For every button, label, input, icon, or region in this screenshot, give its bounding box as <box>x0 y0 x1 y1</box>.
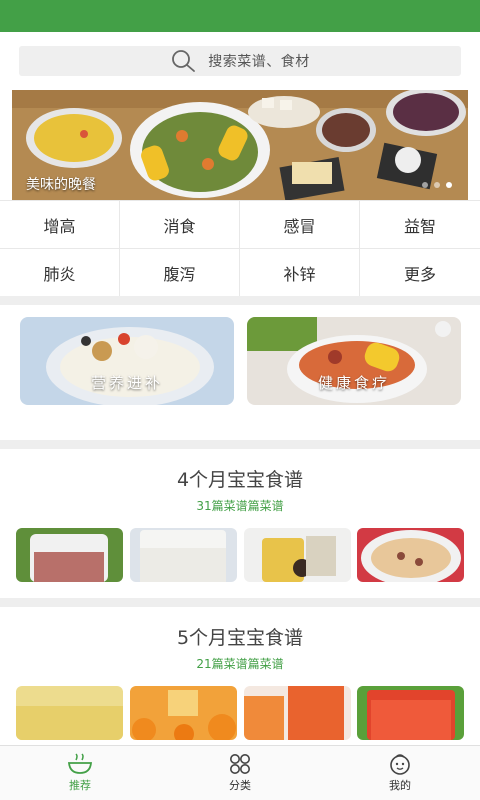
category-grid: 增高 消食 感冒 益智 肺炎 腹泻 补锌 更多 <box>0 200 480 297</box>
recipe-image <box>130 686 237 740</box>
carousel-dot <box>434 182 440 188</box>
category-more[interactable]: 更多 <box>360 249 480 297</box>
bowl-icon <box>68 753 92 774</box>
section-subtitle[interactable]: 31篇菜谱篇菜谱 <box>0 497 480 514</box>
tab-category[interactable]: 分类 <box>160 746 320 800</box>
search-input[interactable]: 搜索菜谱、食材 <box>19 46 461 76</box>
tab-label: 我的 <box>389 779 411 792</box>
search-bar-area: 搜索菜谱、食材 <box>0 32 480 90</box>
feature-card-therapy[interactable]: 健康食疗 <box>247 317 461 405</box>
tab-recommend[interactable]: 推荐 <box>0 746 160 800</box>
recipe-image <box>244 528 351 582</box>
carousel-dot-active <box>446 182 452 188</box>
recipe-image <box>357 686 464 740</box>
search-placeholder: 搜索菜谱、食材 <box>208 54 310 70</box>
tab-mine[interactable]: 我的 <box>320 746 480 800</box>
recipe-thumb[interactable] <box>130 686 237 740</box>
recipe-thumb[interactable] <box>357 528 464 582</box>
feature-label: 营养进补 <box>90 374 163 392</box>
bottom-tab-bar: 推荐 分类 我的 <box>0 745 480 800</box>
category-item[interactable]: 益智 <box>360 201 480 249</box>
tab-label: 分类 <box>229 779 251 792</box>
recipe-image <box>244 686 351 740</box>
section-divider <box>0 440 480 449</box>
section-divider <box>0 296 480 305</box>
section-divider <box>0 598 480 607</box>
recipe-thumb[interactable] <box>244 686 351 740</box>
grid-icon <box>230 754 250 774</box>
category-item[interactable]: 消食 <box>120 201 240 249</box>
section-title: 4个月宝宝食谱 <box>176 469 304 491</box>
recipe-thumb[interactable] <box>16 528 123 582</box>
category-item[interactable]: 肺炎 <box>0 249 120 297</box>
category-item[interactable]: 感冒 <box>240 201 360 249</box>
banner-carousel[interactable]: 美味的晚餐 <box>12 90 468 200</box>
recipe-image <box>16 528 123 582</box>
feature-label: 健康食疗 <box>317 374 390 392</box>
recipe-image <box>357 528 464 582</box>
recipe-thumb[interactable] <box>130 528 237 582</box>
recipe-thumb[interactable] <box>357 686 464 740</box>
status-bar <box>0 0 480 32</box>
section-title: 5个月宝宝食谱 <box>176 627 304 649</box>
recipe-image <box>130 528 237 582</box>
recipe-image <box>16 686 123 740</box>
category-item[interactable]: 腹泻 <box>120 249 240 297</box>
recipe-thumb[interactable] <box>244 528 351 582</box>
carousel-dot <box>422 182 428 188</box>
feature-card-nutrition[interactable]: 营养进补 <box>20 317 234 405</box>
recipe-thumb[interactable] <box>16 686 123 740</box>
banner-caption: 美味的晚餐 <box>26 177 96 193</box>
search-icon <box>172 50 196 72</box>
category-item[interactable]: 补锌 <box>240 249 360 297</box>
carousel-indicator <box>422 182 452 188</box>
section-subtitle[interactable]: 21篇菜谱篇菜谱 <box>0 655 480 672</box>
baby-face-icon <box>390 754 410 775</box>
category-item[interactable]: 增高 <box>0 201 120 249</box>
tab-label: 推荐 <box>69 779 91 792</box>
